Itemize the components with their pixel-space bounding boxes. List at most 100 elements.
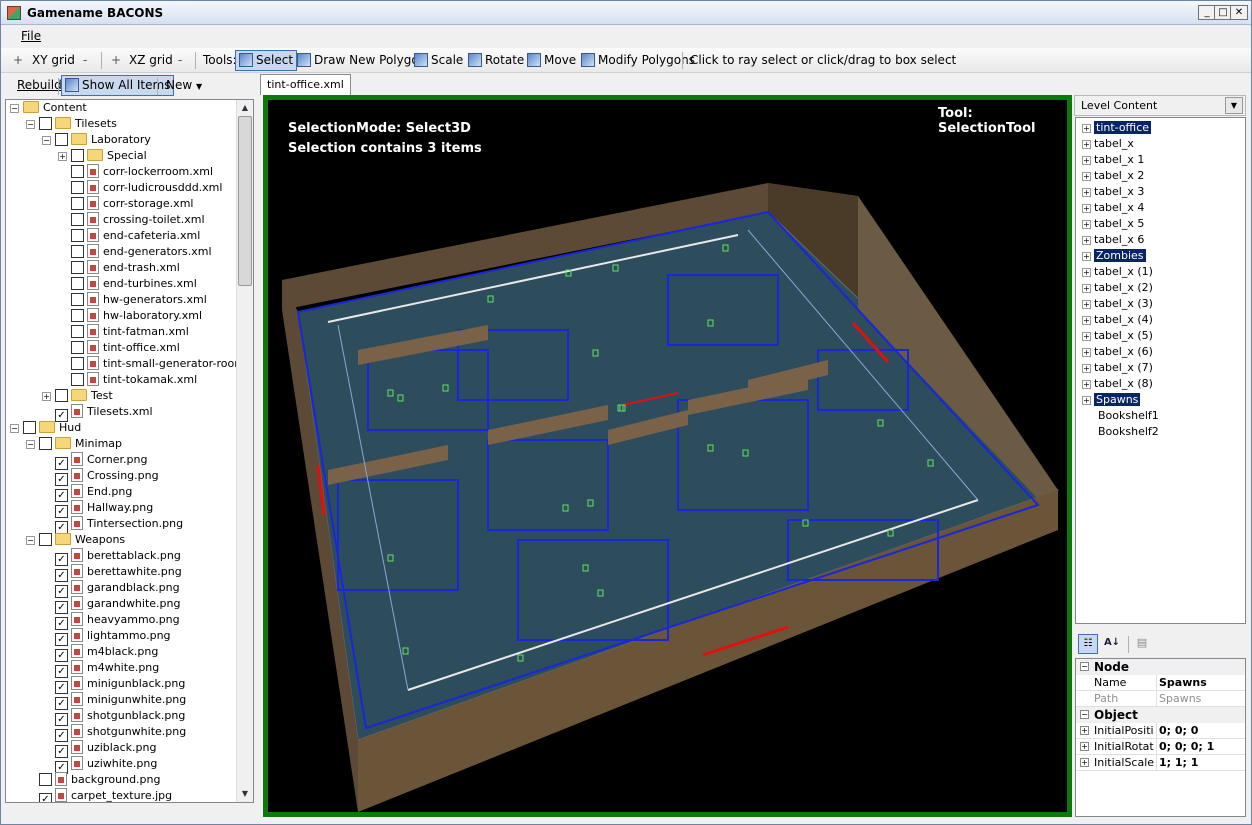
collapse-icon[interactable]: − [26, 120, 35, 129]
tree-checkbox[interactable] [71, 325, 84, 338]
expand-icon[interactable]: + [1082, 364, 1091, 373]
rotate-tool-button[interactable]: Rotate [464, 50, 528, 71]
tree-folder[interactable]: − Laboratory [42, 132, 151, 148]
tree-checkbox[interactable] [55, 389, 68, 402]
level-content-item[interactable]: + tabel_x 4 [1082, 200, 1144, 216]
tree-checkbox[interactable] [71, 341, 84, 354]
expand-icon[interactable]: + [1082, 252, 1091, 261]
level-content-tree[interactable]: + tint-office + tabel_x + tabel_x 1 + tabel_x 2… [1075, 117, 1246, 624]
property-position-value[interactable]: 0; 0; 0 [1156, 723, 1198, 739]
expand-icon[interactable]: + [1082, 316, 1091, 325]
level-content-item[interactable]: + tabel_x (2) [1082, 280, 1153, 296]
property-name-value[interactable]: Spawns [1156, 675, 1207, 691]
tree-file[interactable]: tint-small-generator-room.xml [58, 356, 253, 372]
collapse-icon[interactable]: − [10, 424, 19, 433]
tree-file[interactable]: corr-storage.xml [58, 196, 193, 212]
property-row-path[interactable]: Path Spawns [1076, 691, 1245, 707]
property-grid[interactable]: − Node Name Spawns Path Spawns − Object + Ini… [1075, 658, 1246, 817]
tree-checkbox[interactable] [71, 293, 84, 306]
tree-file[interactable]: ✓ Corner.png [42, 452, 147, 470]
level-content-item[interactable]: + tabel_x 1 [1082, 152, 1144, 168]
collapse-icon[interactable]: − [42, 136, 51, 145]
tree-checkbox[interactable] [71, 149, 84, 162]
menu-file[interactable]: File [21, 29, 41, 43]
property-row-initial-position[interactable]: + InitialPosition0; 0; 0 [1076, 723, 1245, 739]
tree-file[interactable]: ✓ garandblack.png [42, 580, 180, 598]
level-content-item[interactable]: Bookshelf2 [1082, 424, 1159, 440]
level-content-item[interactable]: + tabel_x (8) [1082, 376, 1153, 392]
tree-checkbox[interactable] [39, 773, 52, 786]
level-content-dropdown[interactable]: Level Content ▼ [1074, 95, 1246, 116]
expand-icon[interactable]: + [1082, 124, 1091, 133]
expand-icon[interactable]: + [1082, 220, 1091, 229]
level-content-item[interactable]: + tint-office [1082, 120, 1152, 136]
tree-folder[interactable]: − Weapons [26, 532, 125, 548]
tree-file[interactable]: ✓ berettablack.png [42, 548, 181, 566]
tree-checkbox[interactable] [39, 437, 52, 450]
tree-file[interactable]: ✓ Hallway.png [42, 500, 153, 518]
level-content-item[interactable]: + tabel_x (4) [1082, 312, 1153, 328]
tree-file[interactable]: ✓ Tilesets.xml [42, 404, 153, 422]
tree-checkbox[interactable] [71, 197, 84, 210]
collapse-icon[interactable]: − [10, 104, 19, 113]
expand-icon[interactable]: + [1082, 284, 1091, 293]
expand-icon[interactable]: + [1082, 204, 1091, 213]
level-content-item[interactable]: Bookshelf1 [1082, 408, 1159, 424]
tree-folder[interactable]: + Special [58, 148, 147, 164]
tree-checkbox[interactable] [71, 213, 84, 226]
select-tool-button[interactable]: Select [235, 50, 298, 71]
tree-checkbox[interactable] [39, 117, 52, 130]
level-content-item[interactable]: + tabel_x 5 [1082, 216, 1144, 232]
expand-icon[interactable]: + [1080, 742, 1089, 751]
collapse-icon[interactable]: − [1080, 662, 1089, 671]
property-row-initial-scale[interactable]: + InitialScale 1; 1; 1 [1076, 755, 1245, 771]
tree-folder[interactable]: − Tilesets [26, 116, 117, 132]
tree-file[interactable]: ✓ carpet_texture.jpg [26, 788, 172, 802]
expand-icon[interactable]: + [1082, 140, 1091, 149]
expand-icon[interactable]: + [1082, 332, 1091, 341]
tree-folder[interactable]: − Minimap [26, 436, 122, 452]
level-3d-render[interactable] [268, 100, 1067, 812]
level-content-item[interactable]: + tabel_x 3 [1082, 184, 1144, 200]
categorized-icon[interactable]: ☷ [1078, 634, 1098, 654]
3d-viewport[interactable]: SelectionMode: Select3D Selection contai… [263, 95, 1072, 817]
tree-file[interactable]: ✓ minigunwhite.png [42, 692, 186, 710]
tree-folder[interactable]: − Hud [10, 420, 81, 436]
property-rotation-value[interactable]: 0; 0; 0; 1 [1156, 739, 1214, 755]
tree-file[interactable]: hw-generators.xml [58, 292, 207, 308]
expand-icon[interactable]: + [1082, 348, 1091, 357]
level-content-item[interactable]: + Spawns [1082, 392, 1141, 408]
tree-file[interactable]: ✓ Crossing.png [42, 468, 159, 486]
level-content-item[interactable]: + tabel_x 6 [1082, 232, 1144, 248]
tree-file[interactable]: ✓ m4white.png [42, 660, 159, 678]
tree-checkbox[interactable] [55, 133, 68, 146]
dropdown-arrow-icon[interactable]: ▼ [1225, 97, 1243, 114]
expand-icon[interactable]: + [1080, 758, 1089, 767]
tree-file[interactable]: ✓ lightammo.png [42, 628, 171, 646]
content-tree[interactable]: − Content − Tilesets − Laboratory + Special corr… [5, 99, 254, 803]
tree-file[interactable]: ✓ Tintersection.png [42, 516, 183, 534]
tree-checkbox[interactable] [71, 229, 84, 242]
tree-checkbox[interactable] [39, 533, 52, 546]
expand-icon[interactable]: + [1082, 300, 1091, 309]
xz-grid-minus-button[interactable]: - [174, 50, 186, 71]
level-content-item[interactable]: + tabel_x [1082, 136, 1134, 152]
tree-checkbox[interactable] [71, 181, 84, 194]
xy-grid-plus-button[interactable]: + [9, 50, 27, 71]
property-pages-icon[interactable]: ▤ [1132, 634, 1152, 654]
level-content-item[interactable]: + tabel_x (5) [1082, 328, 1153, 344]
tree-checkbox[interactable] [23, 421, 36, 434]
level-content-item[interactable]: + Zombies [1082, 248, 1146, 264]
title-bar[interactable]: Gamename BACONS _ □ ✕ [1, 1, 1251, 25]
alphabetical-sort-icon[interactable]: A↓ [1102, 634, 1122, 654]
level-content-item[interactable]: + tabel_x (1) [1082, 264, 1153, 280]
tree-folder[interactable]: + Test [42, 388, 113, 404]
expand-icon[interactable]: + [1082, 188, 1091, 197]
tree-file[interactable]: hw-laboratory.xml [58, 308, 202, 324]
scale-tool-button[interactable]: Scale [410, 50, 467, 71]
collapse-icon[interactable]: − [26, 536, 35, 545]
property-row-initial-rotation[interactable]: + InitialRotation0; 0; 0; 1 [1076, 739, 1245, 755]
property-category-node[interactable]: − Node [1076, 659, 1245, 675]
tree-file[interactable]: ✓ End.png [42, 484, 132, 502]
level-content-item[interactable]: + tabel_x (7) [1082, 360, 1153, 376]
